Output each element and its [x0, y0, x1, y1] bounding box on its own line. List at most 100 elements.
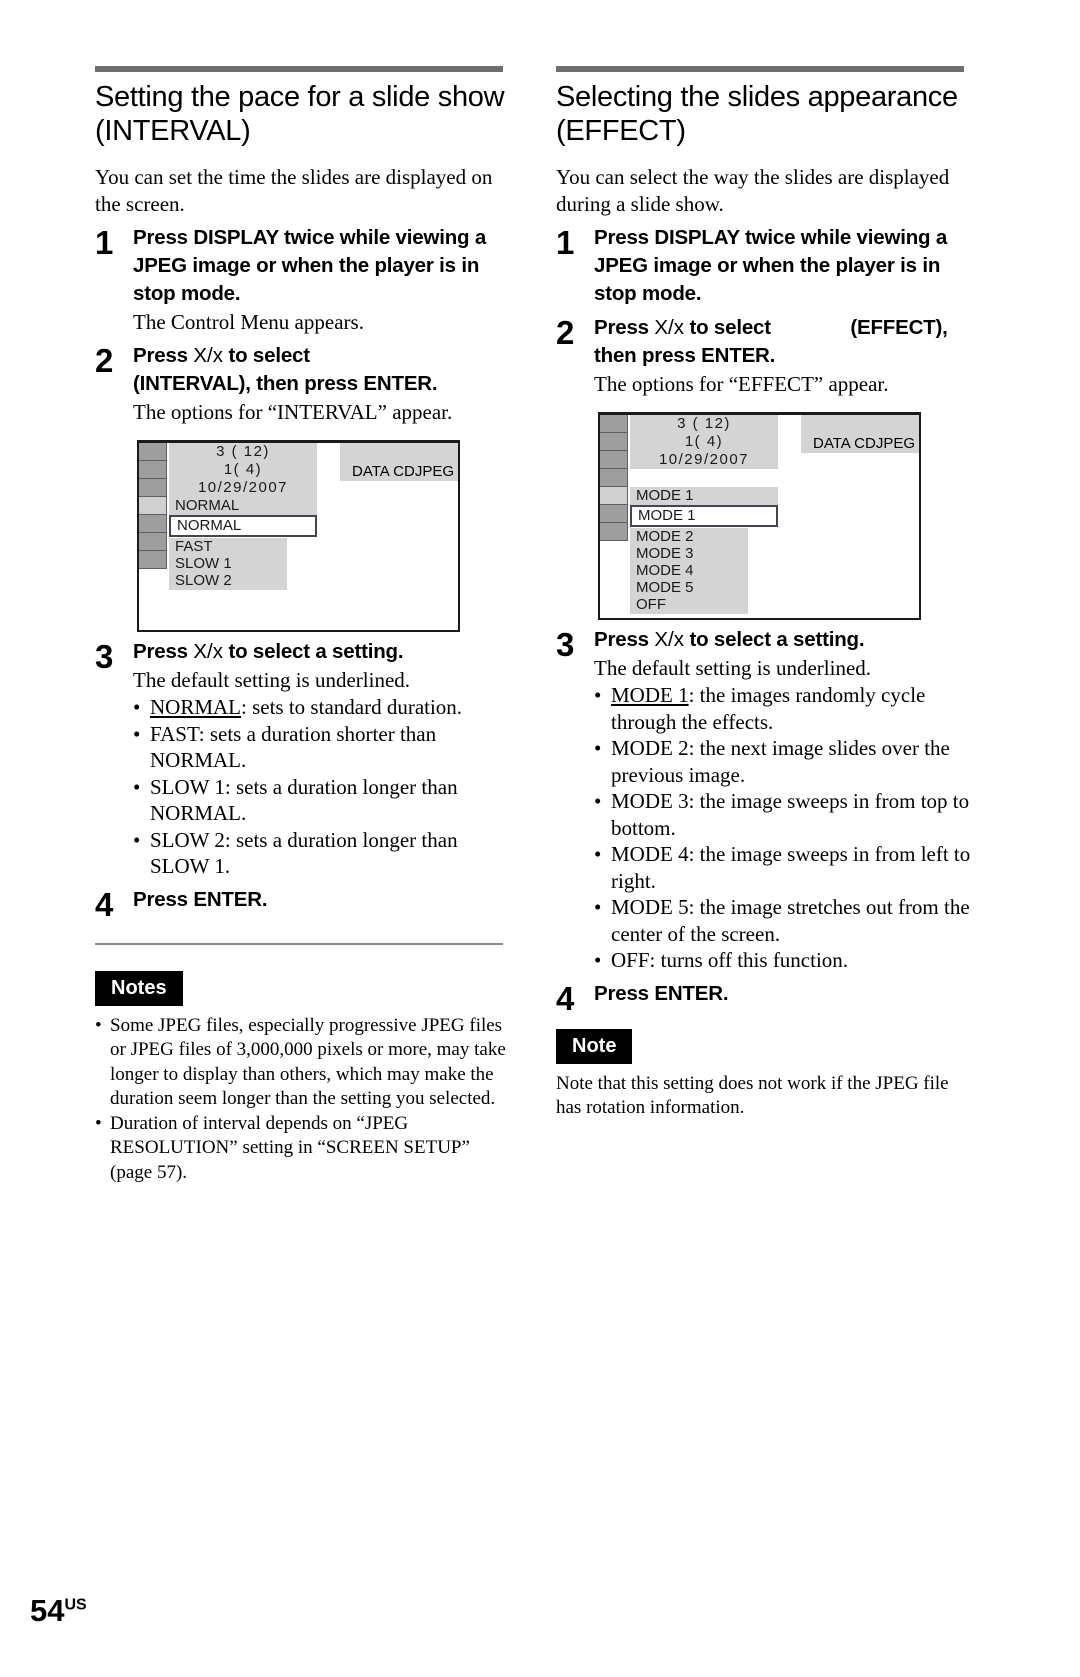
list-item: MODE 3: the image sweeps in from top to …: [594, 788, 974, 841]
setting-name: FAST: [150, 721, 199, 746]
list-item: MODE 2: the next image slides over the p…: [594, 735, 974, 788]
up-down-arrow-keys-icon: X/x: [654, 316, 684, 339]
menu-icon-slot-selected: [600, 487, 628, 505]
list-item: SLOW 2: sets a duration longer than SLOW…: [133, 827, 513, 880]
option-row[interactable]: FAST: [169, 538, 287, 556]
step-title: Press X/x to select (EFFECT), then press…: [594, 314, 974, 370]
menu-icon-slot: [600, 469, 628, 487]
step-4-right: 4 Press ENTER.: [556, 980, 974, 1015]
lead-paragraph-left: You can set the time the slides are disp…: [95, 165, 493, 216]
control-menu-screen-interval: 3 ( 12) 1( 4) 10/29/2007 DATA CDJPEG NOR…: [137, 440, 460, 632]
step-title-mid: to select a setting.: [683, 628, 865, 651]
step-1-left: 1 Press DISPLAY twice while viewing a JP…: [95, 224, 513, 336]
current-setting-row[interactable]: MODE 1: [630, 487, 778, 507]
option-row[interactable]: OFF: [630, 596, 748, 614]
track-count: 3 ( 12): [216, 443, 270, 460]
date-display: 10/29/2007: [197, 479, 289, 496]
option-row[interactable]: MODE 2: [630, 528, 748, 546]
step-2-right: 2 Press X/x to select (EFFECT), then pre…: [556, 314, 974, 398]
menu-icon-slot: [600, 433, 628, 451]
step-title-pre: Press: [133, 344, 194, 367]
note-badge: Note: [556, 1028, 633, 1064]
step-number: 2: [95, 342, 114, 379]
heading-rule: [95, 66, 503, 72]
disc-type-label: DATA CD: [352, 463, 415, 480]
jpeg-label: JPEG: [875, 435, 915, 452]
step-number: 4: [95, 885, 114, 923]
section-divider: [95, 942, 503, 945]
step-title: Press ENTER.: [594, 981, 729, 1005]
notes-badge: Notes: [95, 970, 183, 1006]
menu-icon-slot: [139, 461, 167, 479]
menu-icon-slot: [600, 505, 628, 523]
setting-name: MODE 3: [611, 789, 689, 813]
badge-top-block: [340, 443, 458, 462]
page-title-left: Setting the pace for a slide show (INTER…: [95, 80, 513, 148]
list-item: MODE 4: the image sweeps in from left to…: [594, 841, 974, 894]
step-title-mid: to select: [222, 344, 310, 367]
list-item: SLOW 1: sets a duration longer than NORM…: [133, 774, 513, 827]
lead-paragraph-right: You can select the way the slides are di…: [556, 165, 950, 216]
page-region: US: [64, 1596, 87, 1614]
note-text-right: Note that this setting does not work if …: [556, 1072, 949, 1119]
step-title: Press X/x to select a setting.: [594, 626, 974, 654]
notes-list-left: Some JPEG files, especially progressive …: [95, 1014, 513, 1186]
menu-icon-slot: [139, 479, 167, 497]
chapter-count: 1( 4): [223, 461, 263, 478]
list-item: OFF: turns off this function.: [594, 947, 974, 974]
screen-header-info: 3 ( 12) 1( 4) 10/29/2007: [169, 443, 317, 497]
option-row[interactable]: MODE 5: [630, 579, 748, 597]
menu-icon-slot: [600, 523, 628, 541]
list-item: MODE 1: the images randomly cycle throug…: [594, 682, 974, 735]
status-badge: DATA CDJPEG: [340, 462, 458, 481]
setting-name: SLOW 2: [150, 827, 225, 852]
list-item: Some JPEG files, especially progressive …: [95, 1014, 513, 1112]
document-page: Setting the pace for a slide show (INTER…: [0, 0, 1080, 1677]
menu-icon-slot: [600, 415, 628, 433]
menu-icon-slot: [139, 533, 167, 551]
step-title-post: (INTERVAL), then press ENTER.: [133, 372, 438, 395]
step-title-pre: Press: [594, 316, 655, 339]
right-column: Selecting the slides appearance (EFFECT)…: [556, 66, 974, 1185]
chapter-count: 1( 4): [684, 433, 724, 450]
step-title-pre: Press: [594, 628, 655, 651]
step-subtext: The default setting is underlined.: [133, 668, 411, 692]
step-title: Press X/x to select a setting.: [133, 638, 513, 666]
option-row-selected[interactable]: MODE 1: [630, 505, 778, 527]
menu-icon-slot: [139, 515, 167, 533]
step-title-mid: to select: [683, 316, 771, 339]
menu-icon-slot: [139, 443, 167, 461]
step-number: 3: [95, 638, 114, 675]
step-subtext: The options for “EFFECT” appear.: [594, 372, 889, 396]
current-setting-row[interactable]: NORMAL: [169, 497, 317, 517]
step-number: 1: [556, 224, 575, 261]
option-row[interactable]: SLOW 1: [169, 555, 287, 573]
up-down-arrow-keys-icon: X/x: [193, 640, 223, 663]
heading-line-2: (EFFECT): [556, 115, 686, 147]
step-title-pre: Press: [133, 640, 194, 663]
step-number: 4: [556, 979, 575, 1017]
screen-header-info: 3 ( 12) 1( 4) 10/29/2007: [630, 415, 778, 469]
option-row[interactable]: MODE 4: [630, 562, 748, 580]
left-column: Setting the pace for a slide show (INTER…: [95, 66, 513, 1185]
option-row[interactable]: SLOW 2: [169, 572, 287, 590]
option-row[interactable]: MODE 3: [630, 545, 748, 563]
two-column-layout: Setting the pace for a slide show (INTER…: [95, 66, 975, 1185]
setting-desc: : turns off this function.: [649, 948, 849, 972]
step-4-left: 4 Press ENTER.: [95, 886, 513, 921]
setting-name: MODE 2: [611, 736, 689, 760]
step-3-right: 3 Press X/x to select a setting. The def…: [556, 626, 974, 974]
option-row-selected[interactable]: NORMAL: [169, 515, 317, 537]
date-display: 10/29/2007: [658, 451, 750, 468]
menu-icon-slot-selected: [139, 497, 167, 515]
up-down-arrow-keys-icon: X/x: [193, 344, 223, 367]
icon-column: [600, 415, 628, 541]
step-number: 3: [556, 626, 575, 663]
setting-name: SLOW 1: [150, 774, 225, 799]
step-subtext: The options for “INTERVAL” appear.: [133, 400, 453, 424]
step-3-left: 3 Press X/x to select a setting. The def…: [95, 638, 513, 880]
track-count: 3 ( 12): [677, 415, 731, 432]
settings-list-left: NORMAL: sets to standard duration. FAST:…: [133, 694, 513, 880]
step-title-post: then press ENTER.: [594, 344, 776, 367]
heading-rule: [556, 66, 964, 72]
